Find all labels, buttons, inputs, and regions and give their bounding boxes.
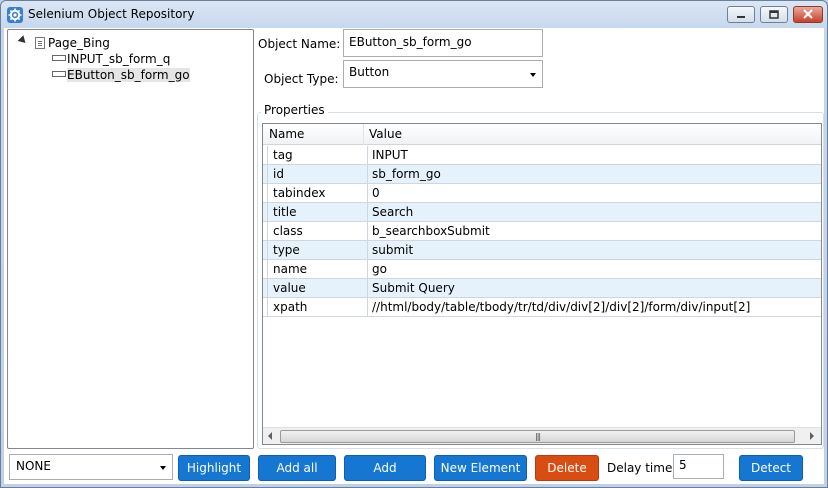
title-bar[interactable]: Selenium Object Repository <box>1 1 827 29</box>
scroll-right-icon[interactable] <box>810 432 814 440</box>
window-title: Selenium Object Repository <box>28 7 195 21</box>
element-icon <box>52 71 66 77</box>
table-row[interactable]: class b_searchboxSubmit <box>263 222 821 241</box>
cell-value[interactable]: go <box>367 260 821 278</box>
page-icon <box>35 37 45 49</box>
scroll-left-icon[interactable] <box>268 432 272 440</box>
table-row[interactable]: name go <box>263 260 821 279</box>
minimize-button[interactable] <box>727 6 755 23</box>
column-header-name[interactable]: Name <box>263 124 363 145</box>
tree-item-page[interactable]: Page_Bing <box>35 35 110 51</box>
expand-arrow-icon[interactable] <box>17 35 29 46</box>
cell-value[interactable]: INPUT <box>367 146 821 164</box>
highlight-mode-value: NONE <box>16 459 51 473</box>
tree-item-element-selected[interactable]: EButton_sb_form_go <box>52 67 190 83</box>
cell-value[interactable]: sb_form_go <box>367 165 821 183</box>
add-all-button[interactable]: Add all <box>258 455 336 481</box>
object-tree[interactable]: Page_Bing INPUT_sb_form_q EButton_sb_for… <box>7 29 254 449</box>
highlight-mode-select[interactable]: NONE <box>9 454 173 480</box>
table-row[interactable]: tabindex 0 <box>263 184 821 203</box>
cell-name: title <box>267 203 363 221</box>
table-row[interactable]: tag INPUT <box>263 146 821 165</box>
grid-header: Name Value <box>263 124 821 145</box>
app-window: Selenium Object Repository Page_Bing INP… <box>0 0 828 488</box>
close-button[interactable] <box>793 6 823 23</box>
cell-value[interactable]: Submit Query <box>367 279 821 297</box>
tree-item-element[interactable]: INPUT_sb_form_q <box>52 51 170 67</box>
cell-value[interactable]: 0 <box>367 184 821 202</box>
highlight-button[interactable]: Highlight <box>178 455 250 481</box>
cell-name: tag <box>267 146 363 164</box>
tree-item-label: Page_Bing <box>48 36 110 50</box>
cell-name: value <box>267 279 363 297</box>
table-row[interactable]: id sb_form_go <box>263 165 821 184</box>
cell-value[interactable]: //html/body/table/tbody/tr/td/div/div[2]… <box>367 298 821 316</box>
maximize-button[interactable] <box>760 6 788 23</box>
client-area: Page_Bing INPUT_sb_form_q EButton_sb_for… <box>4 28 824 484</box>
cell-value[interactable]: submit <box>367 241 821 259</box>
cell-name: type <box>267 241 363 259</box>
cell-value[interactable]: b_searchboxSubmit <box>367 222 821 240</box>
delay-time-label: Delay time: <box>607 461 677 475</box>
table-row[interactable]: value Submit Query <box>263 279 821 298</box>
add-button[interactable]: Add <box>344 455 426 481</box>
table-row[interactable]: type submit <box>263 241 821 260</box>
gear-icon <box>7 7 23 23</box>
table-row[interactable]: title Search <box>263 203 821 222</box>
object-name-label: Object Name: <box>258 37 341 51</box>
cell-name: name <box>267 260 363 278</box>
object-type-value: Button <box>349 65 390 79</box>
object-name-field[interactable]: EButton_sb_form_go <box>343 29 543 57</box>
horizontal-scrollbar[interactable]: ||| <box>263 427 821 444</box>
cell-name: id <box>267 165 363 183</box>
chevron-down-icon <box>160 466 166 470</box>
chevron-down-icon <box>530 73 536 77</box>
cell-value[interactable]: Search <box>367 203 821 221</box>
grip-icon: ||| <box>535 432 541 441</box>
detect-button[interactable]: Detect <box>739 455 803 481</box>
tree-item-label: EButton_sb_form_go <box>67 68 190 82</box>
close-icon <box>803 8 813 22</box>
cell-name: xpath <box>267 298 363 316</box>
new-element-button[interactable]: New Element <box>434 455 527 481</box>
properties-group-title: Properties <box>261 103 328 117</box>
cell-name: tabindex <box>267 184 363 202</box>
scrollbar-thumb[interactable]: ||| <box>280 430 795 443</box>
delay-time-field[interactable]: 5 <box>673 454 724 479</box>
tree-item-label: INPUT_sb_form_q <box>67 52 171 66</box>
cell-name: class <box>267 222 363 240</box>
object-type-label: Object Type: <box>264 72 339 86</box>
column-header-value[interactable]: Value <box>363 124 402 145</box>
maximize-icon <box>769 8 779 22</box>
element-icon <box>52 55 66 61</box>
object-type-select[interactable]: Button <box>343 60 543 88</box>
delete-button[interactable]: Delete <box>535 455 599 481</box>
table-row[interactable]: xpath //html/body/table/tbody/tr/td/div/… <box>263 298 821 317</box>
minimize-icon <box>736 8 746 22</box>
properties-grid[interactable]: Name Value tag INPUT id sb_form_go tabin… <box>262 123 822 445</box>
